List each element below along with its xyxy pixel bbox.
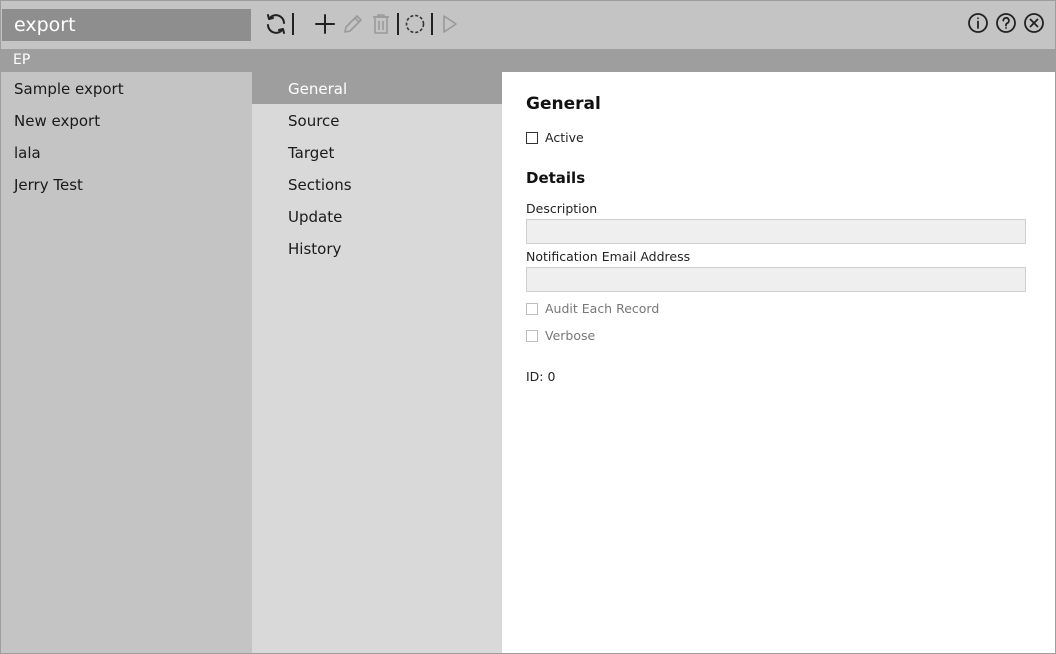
tab-history[interactable]: History — [252, 232, 502, 264]
email-input[interactable] — [526, 267, 1026, 292]
group-header: EP — [1, 49, 1055, 72]
tab-update[interactable]: Update — [252, 200, 502, 232]
info-icon[interactable] — [967, 12, 989, 34]
tab-general[interactable]: General — [252, 72, 502, 104]
active-label: Active — [545, 130, 584, 145]
toolbar-separator — [431, 13, 433, 35]
active-checkbox-row[interactable]: Active — [526, 130, 584, 145]
description-input[interactable] — [526, 219, 1026, 244]
toolbar-separator — [292, 13, 294, 35]
record-id: ID: 0 — [526, 369, 556, 384]
description-label: Description — [526, 201, 598, 216]
edit-icon[interactable] — [339, 10, 367, 38]
general-panel: General Active Details Description Notif… — [502, 72, 1055, 653]
list-item[interactable]: New export — [1, 104, 252, 136]
section-nav: General Source Target Sections Update Hi… — [252, 72, 502, 653]
close-icon[interactable] — [1023, 12, 1045, 34]
refresh-icon[interactable] — [262, 10, 290, 38]
audit-checkbox-row[interactable]: Audit Each Record — [526, 301, 659, 316]
active-checkbox[interactable] — [526, 131, 538, 144]
window-title: export — [2, 9, 251, 41]
help-icon[interactable] — [995, 12, 1017, 34]
add-icon[interactable] — [311, 10, 339, 38]
spinner-icon[interactable] — [401, 10, 429, 38]
page-title: General — [526, 94, 601, 114]
verbose-label: Verbose — [545, 328, 596, 343]
delete-icon[interactable] — [367, 10, 395, 38]
tab-source[interactable]: Source — [252, 104, 502, 136]
verbose-checkbox-row[interactable]: Verbose — [526, 328, 595, 343]
toolbar-separator — [397, 13, 399, 35]
audit-label: Audit Each Record — [545, 301, 660, 316]
list-item[interactable]: Jerry Test — [1, 168, 252, 200]
details-heading: Details — [526, 169, 586, 187]
app-window: export EP Sample export New export lala … — [0, 0, 1056, 654]
list-item[interactable]: lala — [1, 136, 252, 168]
tab-target[interactable]: Target — [252, 136, 502, 168]
toolbar: export — [1, 1, 1055, 49]
audit-checkbox[interactable] — [526, 302, 538, 315]
tab-sections[interactable]: Sections — [252, 168, 502, 200]
run-icon[interactable] — [435, 10, 463, 38]
list-item[interactable]: Sample export — [1, 72, 252, 104]
email-label: Notification Email Address — [526, 249, 691, 264]
verbose-checkbox[interactable] — [526, 329, 538, 342]
export-list: Sample export New export lala Jerry Test — [1, 72, 252, 653]
